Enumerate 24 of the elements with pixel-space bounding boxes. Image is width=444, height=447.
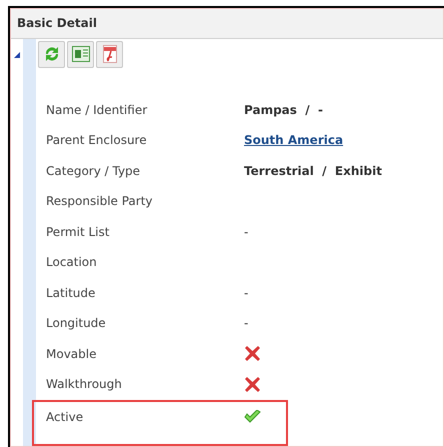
field-label: Movable [45,346,98,363]
pdf-document-icon [102,45,116,63]
field-value: - [244,224,248,241]
field-label: Active [45,408,84,426]
field-value: Pampas / - [244,102,323,119]
pdf-export-button[interactable] [96,40,123,68]
field-value: Terrestrial / Exhibit [244,162,382,180]
refresh-button[interactable] [38,40,65,68]
field-label: Name / Identifier [45,102,148,119]
field-label: Latitude [45,284,96,302]
panel-title: Basic Detail [17,15,97,32]
spreadsheet-icon [72,46,90,62]
field-label: Parent Enclosure [45,132,148,150]
field-value: - [244,284,248,302]
field-label: Category / Type [45,162,142,180]
field-label: Walkthrough [45,376,123,394]
field-label: Location [45,254,98,272]
excel-export-button[interactable] [67,40,94,68]
field-label: Responsible Party [45,193,154,210]
field-label: Permit List [45,224,110,241]
field-label: Longitude [45,315,107,332]
collapse-triangle-icon[interactable] [14,52,20,58]
enclosure-link[interactable]: South America [244,131,344,150]
field-value: - [244,315,248,332]
